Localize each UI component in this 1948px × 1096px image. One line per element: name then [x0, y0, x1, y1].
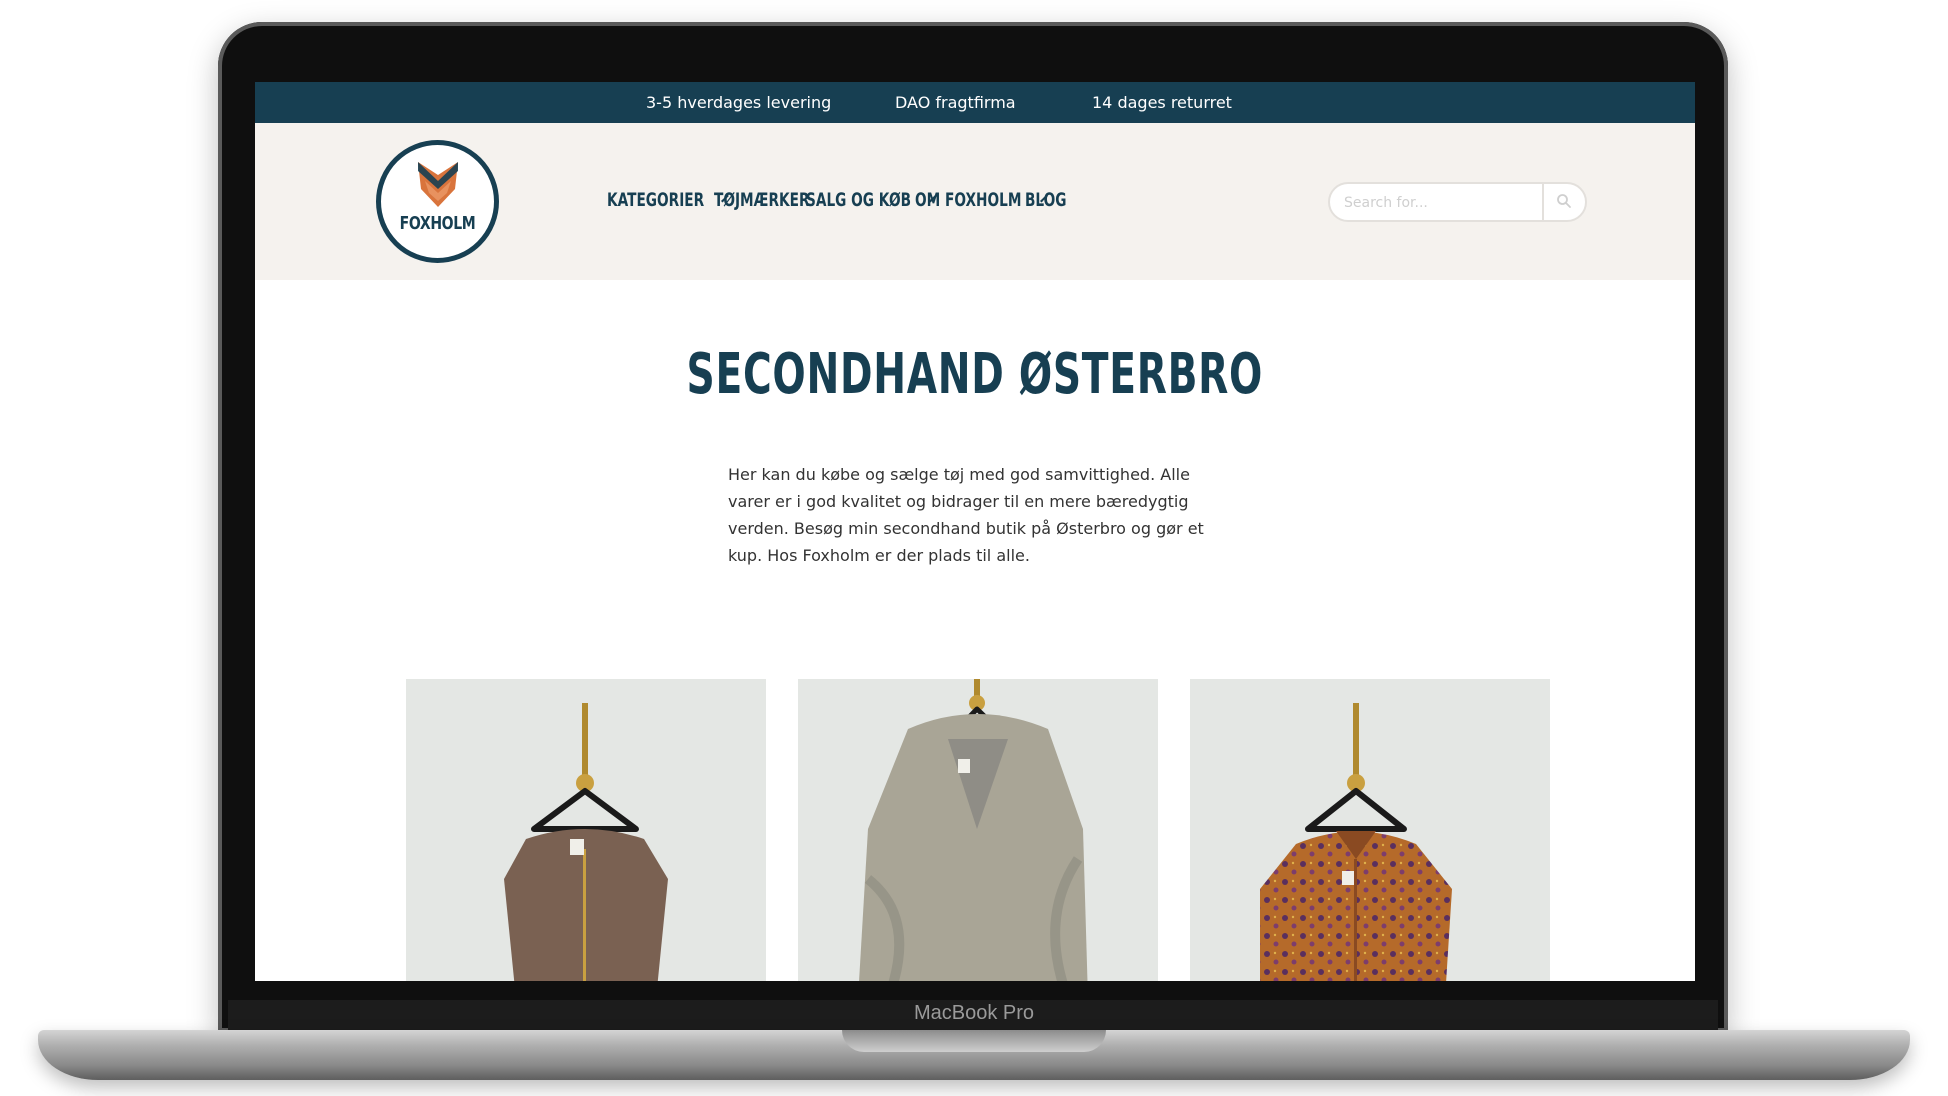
nav-label: BLOG — [1025, 189, 1067, 211]
logo-text: FOXHOLM — [399, 213, 476, 234]
search-icon[interactable] — [1556, 193, 1572, 209]
product-image — [798, 679, 1158, 981]
search-box — [1328, 182, 1587, 222]
product-card-brown-top[interactable] — [406, 679, 766, 981]
nav-item-salg-og-kob[interactable]: SALG OG KØB — [806, 189, 937, 211]
device-label: MacBook Pro — [913, 1002, 1035, 1024]
search-divider — [1542, 184, 1544, 220]
usp-delivery: 3-5 hverdages levering — [646, 93, 832, 112]
search-input[interactable] — [1342, 184, 1546, 222]
nav-item-tojmaerker[interactable]: TØJMÆRKER — [714, 189, 810, 211]
main-content: SECONDHAND ØSTERBRO Her kan du købe og s… — [255, 280, 1695, 981]
usp-returns: 14 dages returret — [1092, 93, 1232, 112]
product-image — [406, 679, 766, 981]
site-logo[interactable]: FOXHOLM — [376, 140, 499, 263]
product-card-paisley-shirt[interactable] — [1190, 679, 1550, 981]
nav-item-blog[interactable]: BLOG — [1025, 189, 1075, 211]
main-nav: KATEGORIER TØJMÆRKER SALG OG KØB OM FOXH… — [607, 189, 1075, 211]
usp-carrier: DAO fragtfirma — [895, 93, 1016, 112]
nav-label: SALG OG KØB — [806, 189, 912, 211]
product-card-fur-coat[interactable] — [798, 679, 1158, 981]
nav-item-om-foxholm[interactable]: OM FOXHOLM — [915, 189, 1048, 211]
nav-item-kategorier[interactable]: KATEGORIER — [607, 189, 729, 211]
site-header: FOXHOLM KATEGORIER TØJMÆRKER SALG OG KØB… — [255, 123, 1695, 280]
page-title: SECONDHAND ØSTERBRO — [255, 342, 1695, 407]
usp-bar: 3-5 hverdages levering DAO fragtfirma 14… — [255, 82, 1695, 123]
nav-label: TØJMÆRKER — [714, 189, 810, 211]
page-title-text: SECONDHAND ØSTERBRO — [686, 342, 1264, 407]
laptop-notch — [842, 1030, 1106, 1052]
website-screen: 3-5 hverdages levering DAO fragtfirma 14… — [255, 82, 1695, 981]
product-grid — [406, 679, 1550, 981]
nav-label: OM FOXHOLM — [915, 189, 1022, 211]
intro-text: Her kan du købe og sælge tøj med god sam… — [728, 465, 1204, 565]
fox-icon — [418, 162, 458, 207]
product-image — [1190, 679, 1550, 981]
nav-label: KATEGORIER — [607, 189, 705, 211]
